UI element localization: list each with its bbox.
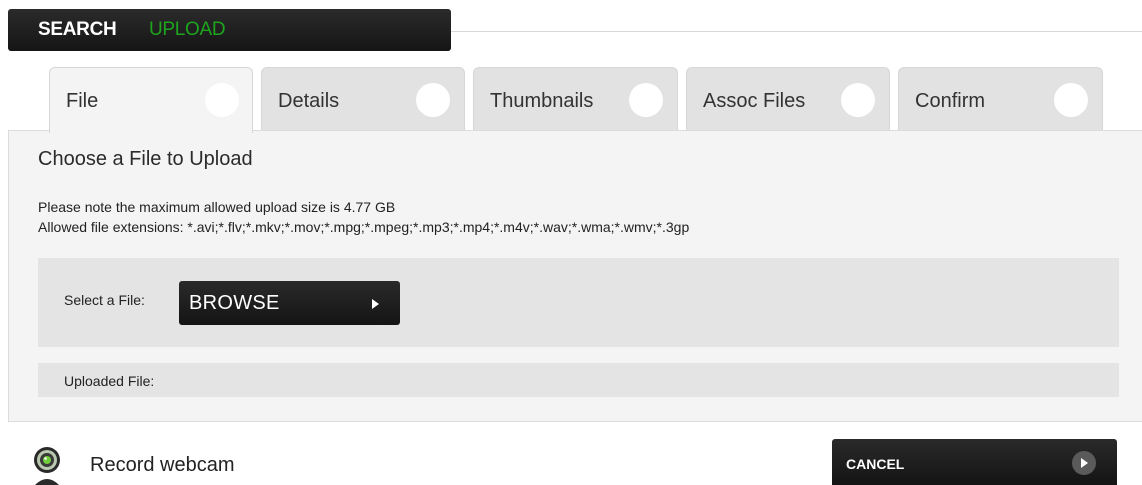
tab-label: File xyxy=(66,90,99,112)
tab-details[interactable]: Details xyxy=(261,67,465,130)
uploaded-file-row: Uploaded File: xyxy=(38,363,1119,397)
tab-label: Assoc Files xyxy=(703,90,806,112)
step-status-icon xyxy=(205,83,239,117)
nav-search-link[interactable]: SEARCH xyxy=(38,19,117,41)
play-circle-icon xyxy=(1072,451,1096,475)
tab-assoc-files[interactable]: Assoc Files xyxy=(686,67,890,130)
step-status-icon xyxy=(416,83,450,117)
webcam-icon[interactable] xyxy=(28,445,66,485)
cancel-label: CANCEL xyxy=(846,456,905,472)
tab-label: Confirm xyxy=(915,90,986,112)
play-arrow-icon xyxy=(372,299,379,309)
step-status-icon xyxy=(629,83,663,117)
tab-thumbnails[interactable]: Thumbnails xyxy=(473,67,678,130)
panel-title: Choose a File to Upload xyxy=(38,148,253,170)
allowed-extensions-note: Allowed file extensions: *.avi;*.flv;*.m… xyxy=(38,219,690,235)
upload-panel: Choose a File to Upload Please note the … xyxy=(8,130,1142,422)
tab-label: Thumbnails xyxy=(490,90,594,112)
record-webcam-link[interactable]: Record webcam xyxy=(90,454,235,477)
file-select-area: Select a File: BROWSE xyxy=(38,258,1119,347)
header-divider xyxy=(451,31,1142,32)
browse-button[interactable]: BROWSE xyxy=(179,281,400,325)
browse-label: BROWSE xyxy=(189,292,280,314)
step-status-icon xyxy=(841,83,875,117)
select-file-label: Select a File: xyxy=(64,292,145,308)
cancel-button[interactable]: CANCEL xyxy=(832,439,1117,485)
tab-file[interactable]: File xyxy=(49,67,253,133)
nav-upload-link[interactable]: UPLOAD xyxy=(149,19,226,41)
tab-confirm[interactable]: Confirm xyxy=(898,67,1103,130)
tab-label: Details xyxy=(278,90,340,112)
step-status-icon xyxy=(1054,83,1088,117)
max-size-note: Please note the maximum allowed upload s… xyxy=(38,199,396,215)
uploaded-file-label: Uploaded File: xyxy=(64,373,155,389)
top-navigation-bar: SEARCH UPLOAD xyxy=(8,9,451,51)
